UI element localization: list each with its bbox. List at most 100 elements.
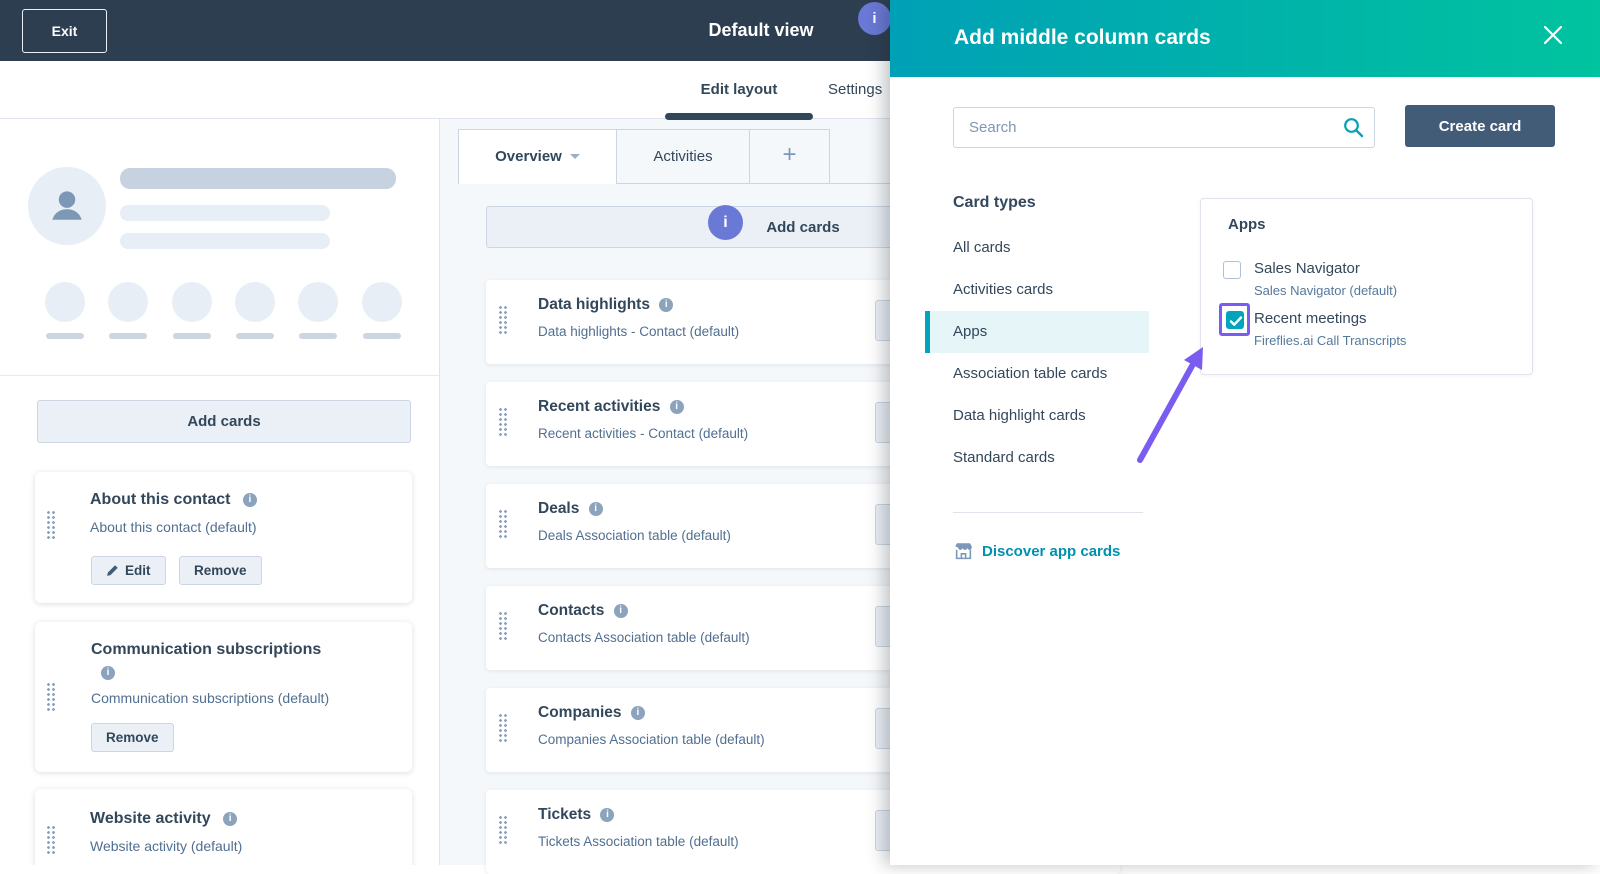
card-subtitle: Data highlights - Contact (default): [538, 324, 740, 339]
card-title: Communication subscriptions: [91, 641, 322, 658]
info-icon: [630, 706, 645, 720]
app-item-label[interactable]: Sales Navigator: [1254, 260, 1360, 277]
card-title: Deals: [538, 500, 580, 517]
left-column: Add cards About this contact About this …: [0, 119, 440, 865]
tab-edit-layout[interactable]: Edit layout: [665, 61, 813, 119]
drag-handle-icon[interactable]: [498, 815, 508, 845]
info-icon: [588, 502, 603, 516]
drag-handle-icon[interactable]: [498, 509, 508, 539]
card-type-apps[interactable]: Apps: [925, 311, 1149, 353]
tab-activities[interactable]: Activities: [616, 129, 750, 184]
info-badge-icon[interactable]: i: [708, 205, 743, 240]
tab-label: Overview: [495, 148, 562, 165]
drag-handle-icon[interactable]: [498, 305, 508, 335]
card-type-association-table-cards[interactable]: Association table cards: [925, 353, 1149, 395]
info-icon: [600, 808, 615, 822]
card-types-heading: Card types: [953, 194, 1036, 211]
card-title: About this contact: [90, 491, 231, 508]
drawer-header: Add middle column cards: [890, 0, 1600, 77]
app-item-subtitle: Fireflies.ai Call Transcripts: [1254, 333, 1407, 348]
card-type-activities-cards[interactable]: Activities cards: [925, 269, 1149, 311]
drawer-title: Add middle column cards: [954, 26, 1211, 49]
divider: [953, 512, 1143, 513]
card-type-standard-cards[interactable]: Standard cards: [925, 437, 1149, 479]
info-icon: [613, 604, 628, 618]
skeleton-action-circle: [172, 282, 212, 322]
info-badge-icon[interactable]: i: [858, 2, 891, 35]
card-subtitle: Recent activities - Contact (default): [538, 426, 749, 441]
card-title: Contacts: [538, 602, 605, 619]
info-icon: [659, 298, 674, 312]
checkmark-icon: [1229, 316, 1243, 326]
active-tab-underline: [665, 113, 813, 120]
add-middle-column-cards-drawer: Add middle column cards Create card Card…: [890, 0, 1600, 865]
skeleton-label-bar: [173, 333, 211, 339]
drag-handle-icon[interactable]: [498, 407, 508, 437]
skeleton-label-bar: [299, 333, 337, 339]
card-subtitle: Communication subscriptions (default): [91, 690, 330, 706]
drag-handle-icon[interactable]: [46, 510, 56, 540]
checkbox-sales-navigator[interactable]: [1223, 261, 1241, 279]
app-item-label[interactable]: Recent meetings: [1254, 310, 1367, 327]
skeleton-label-bar: [363, 333, 401, 339]
card-subtitle: About this contact (default): [90, 519, 257, 535]
card-subtitle: Contacts Association table (default): [538, 630, 750, 645]
drag-handle-icon[interactable]: [46, 825, 56, 855]
close-icon[interactable]: [1542, 24, 1564, 46]
card-type-all-cards[interactable]: All cards: [925, 227, 1149, 269]
marketplace-icon: [955, 543, 972, 560]
card-subtitle: Tickets Association table (default): [538, 834, 739, 849]
card-type-data-highlight-cards[interactable]: Data highlight cards: [925, 395, 1149, 437]
skeleton-bar: [120, 205, 330, 221]
card-title: Data highlights: [538, 296, 650, 313]
tab-settings[interactable]: Settings: [828, 61, 882, 119]
left-add-cards-button[interactable]: Add cards: [37, 400, 411, 443]
skeleton-label-bar: [109, 333, 147, 339]
card-title: Tickets: [538, 806, 592, 823]
skeleton-label-bar: [46, 333, 84, 339]
avatar: [28, 167, 106, 245]
info-icon: [223, 812, 238, 826]
info-icon: [242, 493, 257, 507]
chevron-down-icon: [569, 154, 580, 159]
left-card-communication-subscriptions: Communication subscriptions Communicatio…: [35, 622, 412, 772]
card-subtitle: Deals Association table (default): [538, 528, 731, 543]
apps-panel-heading: Apps: [1228, 216, 1266, 233]
pencil-icon: [107, 565, 118, 576]
skeleton-bar: [120, 233, 330, 249]
drag-handle-icon[interactable]: [498, 713, 508, 743]
skeleton-label-bar: [236, 333, 274, 339]
card-subtitle: Companies Association table (default): [538, 732, 765, 747]
remove-button[interactable]: Remove: [91, 723, 174, 752]
info-icon: [669, 400, 684, 414]
search-input[interactable]: [953, 107, 1375, 148]
edit-button[interactable]: Edit: [91, 556, 166, 585]
card-subtitle: Website activity (default): [90, 838, 243, 854]
drag-handle-icon[interactable]: [498, 611, 508, 641]
apps-panel: Apps Sales Navigator Sales Navigator (de…: [1200, 198, 1533, 375]
person-icon: [52, 191, 82, 220]
skeleton-bar: [120, 168, 396, 189]
app-item-subtitle: Sales Navigator (default): [1254, 283, 1398, 298]
skeleton-action-circle: [45, 282, 85, 322]
left-card-about-this-contact: About this contact About this contact (d…: [35, 472, 412, 603]
add-tab-button[interactable]: +: [749, 129, 830, 184]
tab-overview[interactable]: Overview: [458, 129, 617, 184]
card-title: Recent activities: [538, 398, 661, 415]
discover-app-cards-link[interactable]: Discover app cards: [954, 542, 1120, 561]
remove-button[interactable]: Remove: [179, 556, 262, 585]
divider: [0, 375, 439, 376]
discover-app-cards-label: Discover app cards: [982, 543, 1121, 560]
create-card-button[interactable]: Create card: [1405, 105, 1555, 147]
skeleton-action-circle: [235, 282, 275, 322]
checkbox-recent-meetings[interactable]: [1226, 311, 1244, 329]
card-title: Website activity: [90, 810, 211, 827]
skeleton-action-circle: [362, 282, 402, 322]
search-icon[interactable]: [1343, 117, 1364, 138]
left-card-website-activity: Website activity Website activity (defau…: [35, 789, 412, 865]
skeleton-action-circle: [298, 282, 338, 322]
skeleton-action-circle: [108, 282, 148, 322]
card-title: Companies: [538, 704, 622, 721]
drag-handle-icon[interactable]: [46, 682, 56, 712]
info-icon: [101, 666, 115, 680]
